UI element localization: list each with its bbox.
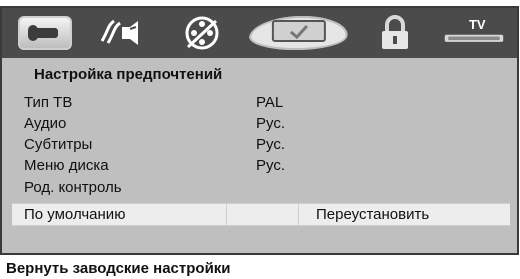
film-reel-icon: [185, 16, 219, 50]
setup-screen: TV Настройка предпочтений Тип ТВ PAL Ауд…: [0, 0, 520, 279]
help-text: Вернуть заводские настройки: [6, 260, 231, 277]
setting-label: Тип ТВ: [24, 94, 73, 111]
password-setup-tab[interactable]: [364, 15, 426, 51]
setting-value: Рус.: [256, 115, 286, 132]
setting-value: Рус.: [256, 136, 286, 153]
wrench-icon: [18, 16, 72, 50]
video-setup-tab[interactable]: [171, 15, 233, 51]
reset-option[interactable]: Переустановить: [316, 206, 429, 223]
setting-label: Меню диска: [24, 157, 109, 174]
setting-label: Аудио: [24, 115, 67, 132]
audio-setup-tab[interactable]: [93, 15, 155, 51]
checkmark-card-icon: [269, 18, 329, 49]
general-setup-tab[interactable]: [14, 15, 76, 51]
setting-row-tv-type[interactable]: Тип ТВ PAL: [24, 94, 283, 111]
speaker-wave-icon: [100, 19, 138, 45]
setting-value: PAL: [256, 94, 284, 111]
setting-label: По умолчанию: [24, 206, 126, 223]
tv-setup-tab[interactable]: TV: [443, 15, 505, 51]
preferences-panel: Настройка предпочтений Тип ТВ PAL Аудио …: [2, 58, 517, 253]
setting-row-audio[interactable]: Аудио Рус.: [24, 115, 285, 132]
column-divider: [226, 204, 227, 225]
preferences-tab[interactable]: [246, 16, 352, 50]
category-toolbar: TV: [2, 8, 517, 58]
setting-row-disc-menu[interactable]: Меню диска Рус.: [24, 157, 285, 174]
padlock-icon: [382, 15, 409, 49]
tv-label: TV: [468, 17, 486, 32]
setting-label: Субтитры: [24, 136, 93, 153]
setting-label: Род. контроль: [24, 179, 122, 196]
setting-row-subtitles[interactable]: Субтитры Рус.: [24, 136, 285, 153]
column-divider: [298, 204, 299, 225]
setting-row-default-selected[interactable]: По умолчанию Переустановить: [12, 203, 510, 226]
setting-row-parental[interactable]: Род. контроль: [24, 179, 122, 196]
setting-value: Рус.: [256, 157, 286, 174]
panel-title: Настройка предпочтений: [34, 66, 223, 83]
